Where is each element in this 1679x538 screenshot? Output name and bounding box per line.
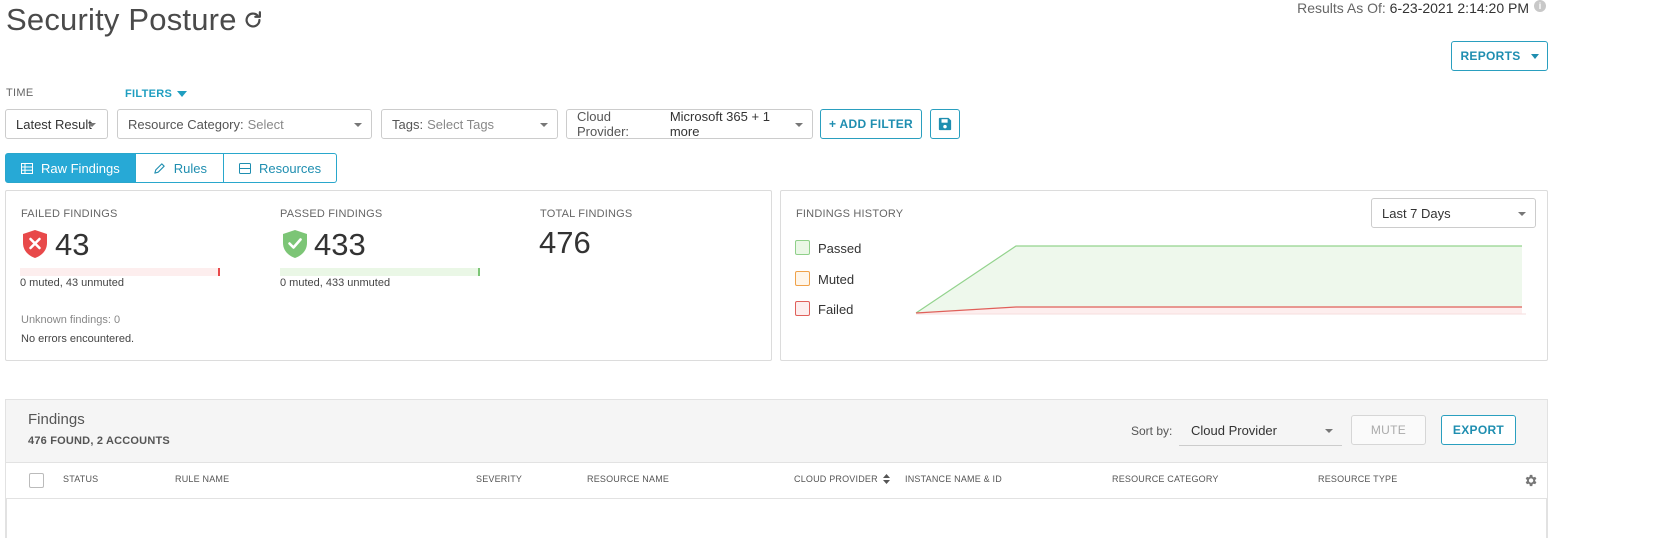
- findings-history-label: FINDINGS HISTORY: [796, 208, 904, 220]
- findings-table-body: [6, 499, 1547, 538]
- legend-passed-swatch: [795, 240, 810, 255]
- save-icon: [938, 117, 952, 131]
- info-icon[interactable]: i: [1534, 0, 1546, 12]
- column-header-severity[interactable]: SEVERITY: [476, 474, 522, 484]
- unknown-findings-label: Unknown findings:: [21, 314, 111, 326]
- column-header-resource-category[interactable]: RESOURCE CATEGORY: [1112, 474, 1219, 484]
- legend-failed-swatch: [795, 301, 810, 316]
- time-select[interactable]: Latest Result: [5, 109, 108, 139]
- chevron-down-icon: [1530, 53, 1539, 59]
- chevron-down-icon: [1518, 212, 1526, 216]
- tags-select[interactable]: Tags: Select Tags: [381, 109, 558, 139]
- refresh-icon[interactable]: [242, 9, 264, 31]
- passed-area: [916, 246, 1522, 313]
- gear-icon[interactable]: [1523, 473, 1538, 488]
- sort-select-value: Cloud Provider: [1191, 423, 1277, 438]
- total-findings-count: 476: [539, 225, 591, 260]
- results-value: 6-23-2021 2:14:20 PM: [1389, 0, 1529, 16]
- failed-findings-count: 43: [55, 227, 90, 262]
- time-select-value: Latest Result: [16, 116, 92, 132]
- select-all-checkbox[interactable]: [29, 473, 44, 488]
- tab-resources[interactable]: Resources: [224, 153, 338, 183]
- sort-select[interactable]: Cloud Provider: [1179, 416, 1342, 446]
- unknown-findings: Unknown findings: 0: [21, 314, 120, 326]
- history-range-select[interactable]: Last 7 Days: [1371, 198, 1536, 228]
- tab-resources-label: Resources: [259, 160, 322, 176]
- save-filter-button[interactable]: [930, 109, 960, 139]
- history-range-value: Last 7 Days: [1382, 205, 1451, 221]
- legend-muted-label: Muted: [818, 272, 855, 287]
- resource-category-label: Resource Category:: [128, 116, 244, 132]
- results-label: Results As Of:: [1297, 0, 1386, 16]
- cloud-provider-value: Microsoft 365 + 1 more: [669, 109, 770, 139]
- tab-rules-label: Rules: [173, 160, 208, 176]
- resource-category-placeholder: Select: [247, 116, 284, 132]
- legend-muted-swatch: [795, 271, 810, 286]
- reports-label: REPORTS: [1460, 49, 1521, 63]
- add-filter-button[interactable]: + ADD FILTER: [820, 109, 922, 139]
- passed-progress-bar: [280, 268, 480, 276]
- caret-down-icon: [177, 91, 188, 97]
- column-header-resource-name[interactable]: RESOURCE NAME: [587, 474, 669, 484]
- filters-label: FILTERS: [125, 88, 173, 100]
- findings-history-chart: [915, 245, 1526, 315]
- page-title: Security Posture: [6, 2, 237, 37]
- failed-findings-detail: 0 muted, 43 unmuted: [20, 277, 124, 289]
- table-icon: [21, 162, 33, 174]
- column-header-instance-name-id[interactable]: INSTANCE NAME & ID: [905, 474, 1002, 484]
- time-label: TIME: [6, 87, 34, 99]
- resource-category-select[interactable]: Resource Category: Select: [117, 109, 372, 139]
- export-button[interactable]: EXPORT: [1441, 415, 1516, 445]
- tags-placeholder: Select Tags: [427, 116, 495, 132]
- column-header-rule-name[interactable]: RULE NAME: [175, 474, 229, 484]
- chevron-down-icon: [1325, 429, 1333, 433]
- chevron-down-icon: [354, 123, 362, 127]
- passed-shield-icon: [283, 230, 307, 258]
- column-header-cloud-provider[interactable]: CLOUD PROVIDER: [794, 474, 890, 484]
- column-header-resource-type[interactable]: RESOURCE TYPE: [1318, 474, 1397, 484]
- unknown-findings-count: 0: [113, 314, 121, 326]
- column-header-cloud-provider-label: CLOUD PROVIDER: [794, 474, 878, 484]
- sort-by-label: Sort by:: [1131, 424, 1173, 438]
- findings-count: 476 FOUND, 2 ACCOUNTS: [28, 435, 170, 447]
- findings-table-header: [6, 462, 1547, 499]
- legend-failed-label: Failed: [818, 302, 854, 317]
- results-timestamp: Results As Of: 6-23-2021 2:14:20 PM: [1297, 0, 1529, 16]
- failed-progress-bar: [20, 268, 220, 276]
- chevron-down-icon: [795, 123, 803, 127]
- passed-findings-count: 433: [314, 227, 366, 262]
- failed-shield-icon: [23, 230, 47, 258]
- column-header-status[interactable]: STATUS: [63, 474, 98, 484]
- filters-toggle[interactable]: FILTERS: [125, 88, 188, 100]
- sort-icon: [882, 474, 890, 484]
- reports-button[interactable]: REPORTS: [1451, 41, 1548, 71]
- view-tabs: Raw Findings Rules Resources: [5, 153, 338, 183]
- tags-label: Tags:: [392, 116, 424, 132]
- legend-passed-label: Passed: [818, 241, 862, 256]
- chevron-down-icon: [540, 123, 548, 127]
- total-findings-label: TOTAL FINDINGS: [540, 208, 633, 220]
- server-icon: [239, 162, 252, 174]
- passed-findings-label: PASSED FINDINGS: [280, 208, 383, 220]
- tab-rules[interactable]: Rules: [135, 153, 225, 183]
- chevron-down-icon: [88, 123, 96, 127]
- errors-status: No errors encountered.: [21, 333, 135, 345]
- passed-findings-detail: 0 muted, 433 unmuted: [280, 277, 391, 289]
- passed-progress-fill: [280, 268, 480, 276]
- cloud-provider-label: Cloud Provider:: [577, 109, 630, 139]
- tab-raw-findings-label: Raw Findings: [41, 160, 120, 176]
- failed-progress-fill: [20, 268, 220, 276]
- tab-raw-findings[interactable]: Raw Findings: [5, 153, 136, 183]
- mute-button[interactable]: MUTE: [1351, 415, 1426, 445]
- cloud-provider-select[interactable]: Cloud Provider: Microsoft 365 + 1 more: [566, 109, 813, 139]
- findings-title: Findings: [28, 411, 85, 428]
- failed-findings-label: FAILED FINDINGS: [21, 208, 118, 220]
- pencil-icon: [154, 162, 165, 174]
